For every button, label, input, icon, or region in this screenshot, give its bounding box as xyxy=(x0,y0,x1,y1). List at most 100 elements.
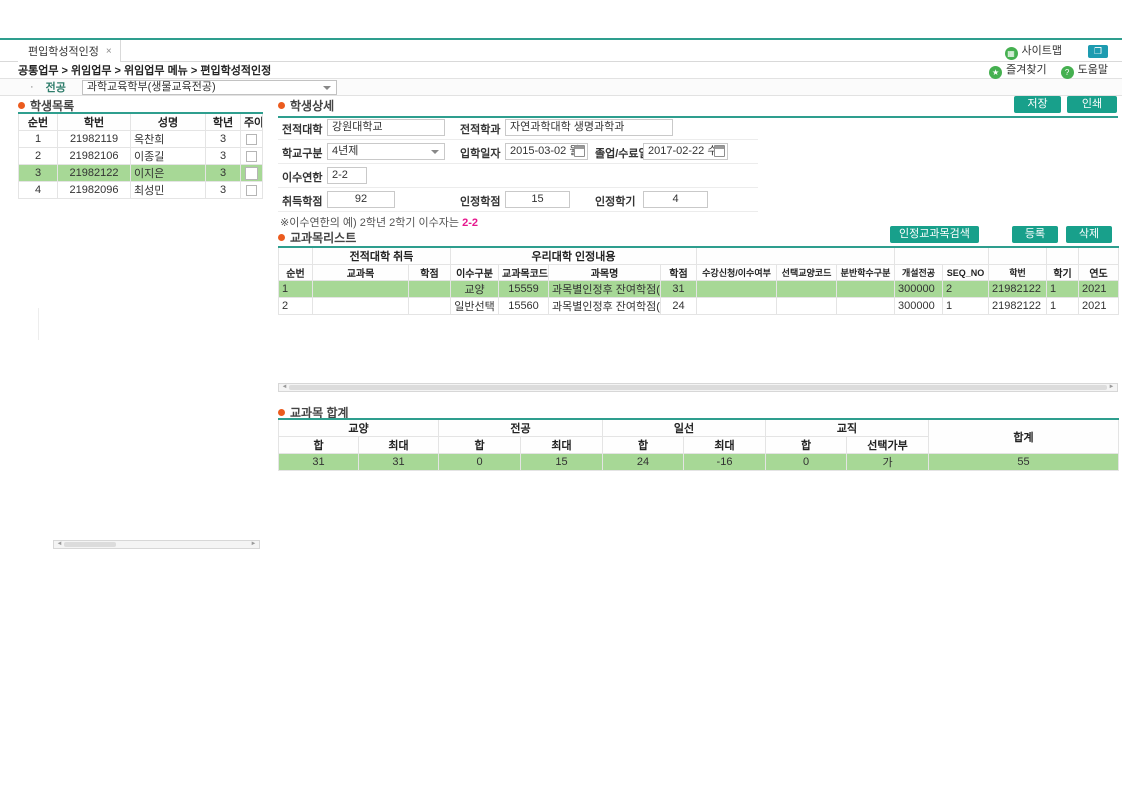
cell-student-id: 21982096 xyxy=(58,182,131,199)
tab-transfer-credit[interactable]: 편입학성적인정 × xyxy=(18,40,121,62)
total-sub-header: 합 xyxy=(439,437,521,454)
scroll-left-icon[interactable]: ◄ xyxy=(280,384,289,391)
total-group-header: 일선 xyxy=(603,419,766,437)
sitemap-label: 사이트맵 xyxy=(1022,45,1062,57)
tab-label: 편입학성적인정 xyxy=(28,43,99,59)
faint-vertical-scrollbar xyxy=(38,308,39,340)
cell-grade: 3 xyxy=(206,131,241,148)
total-sub-header: 최대 xyxy=(684,437,766,454)
total-values-row: 31 31 0 15 24 -16 0 가 55 xyxy=(279,454,1119,471)
accepted-credits-field[interactable]: 15 xyxy=(505,191,570,208)
day-night-checkbox[interactable] xyxy=(246,151,257,162)
col-header: 이수구분 xyxy=(451,265,499,281)
group-header-empty xyxy=(279,247,313,265)
cell-daynight xyxy=(241,182,263,199)
major-filter-label: 전공 xyxy=(46,79,66,95)
label-accepted-terms: 인정학기 xyxy=(595,193,635,209)
col-header: 학번 xyxy=(58,113,131,131)
day-night-checkbox[interactable] xyxy=(245,167,258,180)
day-night-checkbox[interactable] xyxy=(246,134,257,145)
student-row[interactable]: 2 21982106 이종길 3 xyxy=(19,148,263,165)
col-header: 개설전공 xyxy=(895,265,943,281)
label-prev-university: 전적대학 xyxy=(282,121,322,137)
total-sum-value: 55 xyxy=(929,454,1119,471)
favorites-link[interactable]: ★즐겨찾기 xyxy=(989,61,1046,79)
cell-no: 3 xyxy=(19,165,58,182)
register-button[interactable]: 등록 xyxy=(1012,226,1058,243)
study-period-note: ※이수연한의 예) 2학년 2학기 이수자는 2-2 xyxy=(280,214,478,230)
cell-name: 옥찬희 xyxy=(131,131,206,148)
student-row[interactable]: 1 21982119 옥찬희 3 xyxy=(19,131,263,148)
col-header: 학년 xyxy=(206,113,241,131)
print-button[interactable]: 인쇄 xyxy=(1067,96,1117,113)
label-graduation-date: 졸업/수료일 xyxy=(595,145,649,161)
col-header: 학점 xyxy=(409,265,451,281)
section-bullet-icon xyxy=(278,409,285,416)
label-accepted-credits: 인정학점 xyxy=(460,193,500,209)
course-list-hscrollbar[interactable]: ◄ ► xyxy=(278,383,1118,392)
group-header-empty xyxy=(697,247,895,265)
calendar-icon[interactable] xyxy=(574,145,585,157)
cell-grade: 3 xyxy=(206,148,241,165)
cell-name: 이지은 xyxy=(131,165,206,182)
col-header: 학기 xyxy=(1047,265,1079,281)
total-sub-header: 합 xyxy=(279,437,359,454)
col-header: 순번 xyxy=(19,113,58,131)
cell-name: 이종길 xyxy=(131,148,206,165)
prev-university-field[interactable]: 강원대학교 xyxy=(327,119,445,136)
cell-daynight xyxy=(241,165,263,182)
sitemap-link[interactable]: ▦사이트맵 xyxy=(1005,42,1062,60)
major-select[interactable]: 과학교육학부(생물교육전공) xyxy=(82,80,337,95)
course-row[interactable]: 2 일반선택 15560 과목별인정후 잔여학점(일선) 24 300000 1… xyxy=(279,298,1119,315)
scrollbar-thumb[interactable] xyxy=(64,542,116,547)
group-header-prev: 전적대학 취득 xyxy=(313,247,451,265)
col-header: 순번 xyxy=(279,265,313,281)
delete-button[interactable]: 삭제 xyxy=(1066,226,1112,243)
label-prev-department: 전적학과 xyxy=(460,121,500,137)
transfer-credit-page: 편입학성적인정 × ▦사이트맵 ❐ 공통업무 > 위임업무 > 위임업무 메뉴 … xyxy=(0,0,1122,793)
total-sub-header: 선택가부 xyxy=(847,437,929,454)
scroll-right-icon[interactable]: ► xyxy=(249,541,258,548)
cell-student-id: 21982106 xyxy=(58,148,131,165)
prev-department-field[interactable]: 자연과학대학 생명과학과 xyxy=(505,119,673,136)
course-row-selected[interactable]: 1 교양 15559 과목별인정후 잔여학점(교양) 31 300000 2 2… xyxy=(279,281,1119,298)
save-button[interactable]: 저장 xyxy=(1014,96,1061,113)
section-bullet-icon xyxy=(278,102,285,109)
col-header: 선택교양코드 xyxy=(777,265,837,281)
major-select-value: 과학교육학부(생물교육전공) xyxy=(87,81,216,93)
total-group-header: 전공 xyxy=(439,419,603,437)
group-header-ours: 우리대학 인정내용 xyxy=(451,247,697,265)
scroll-left-icon[interactable]: ◄ xyxy=(55,541,64,548)
col-header: 연도 xyxy=(1079,265,1119,281)
help-link[interactable]: ?도움말 xyxy=(1061,61,1108,79)
col-header: 교과목 xyxy=(313,265,409,281)
group-header-empty xyxy=(895,247,989,265)
tab-close-icon[interactable]: × xyxy=(106,46,112,57)
scroll-right-icon[interactable]: ► xyxy=(1107,384,1116,391)
cell-daynight xyxy=(241,131,263,148)
earned-credits-field[interactable]: 92 xyxy=(327,191,395,208)
col-header: 학번 xyxy=(989,265,1047,281)
note-highlight: 2-2 xyxy=(462,217,478,229)
filter-dot: · xyxy=(30,81,34,93)
col-header: 교과목코드 xyxy=(499,265,549,281)
course-total-table: 교양 전공 일선 교직 합계 합 최대 합 최대 합 최대 합 선택가부 31 … xyxy=(278,418,1119,471)
study-period-field[interactable]: 2-2 xyxy=(327,167,367,184)
school-type-select[interactable]: 4년제 xyxy=(327,143,445,160)
popup-window-icon[interactable]: ❐ xyxy=(1088,45,1108,58)
cell-grade: 3 xyxy=(206,182,241,199)
cell-name: 최성민 xyxy=(131,182,206,199)
search-accepted-courses-button[interactable]: 인정교과목검색 xyxy=(890,226,979,243)
student-row[interactable]: 4 21982096 최성민 3 xyxy=(19,182,263,199)
student-detail-form: 전적대학 강원대학교 전적학과 자연과학대학 생명과학과 학교구분 4년제 입학… xyxy=(278,116,758,212)
day-night-checkbox[interactable] xyxy=(246,185,257,196)
accepted-terms-field[interactable]: 4 xyxy=(643,191,708,208)
group-header-empty xyxy=(989,247,1047,265)
col-header: 학점 xyxy=(661,265,697,281)
breadcrumb-bar: 공통업무 > 위임업무 > 위임업무 메뉴 > 편입학성적인정 ★즐겨찾기 ?도… xyxy=(0,62,1122,79)
scrollbar-thumb[interactable] xyxy=(289,385,1107,390)
calendar-icon[interactable] xyxy=(714,145,725,157)
student-list-hscrollbar[interactable]: ◄ ► xyxy=(53,540,260,549)
student-row-selected[interactable]: 3 21982122 이지은 3 xyxy=(19,165,263,182)
student-list-table: 순번 학번 성명 학년 주야 1 21982119 옥찬희 3 2 219821… xyxy=(18,112,263,199)
